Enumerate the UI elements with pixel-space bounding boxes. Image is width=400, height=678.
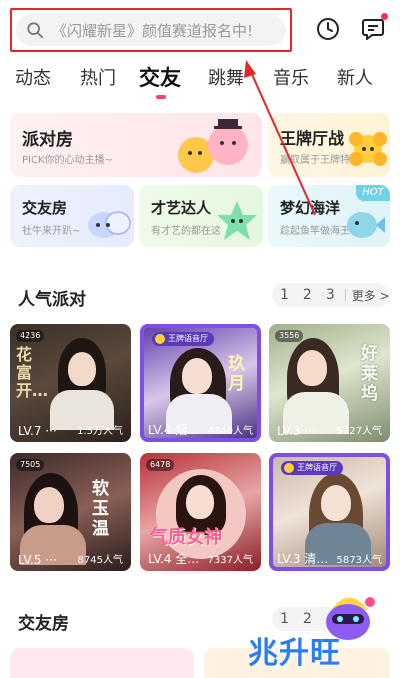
room-id-badge: 7505 — [16, 459, 45, 471]
room-level: LV.5 ··· — [18, 553, 57, 567]
tab-jiaoyou[interactable]: 交友 — [139, 62, 181, 92]
card-subtitle: 社牛来开趴~ — [22, 226, 81, 237]
room-id-badge: 6478 — [146, 459, 175, 471]
room-popularity: 8745人气 — [77, 555, 123, 566]
card-ace-battle[interactable]: 王牌厅战 赢取属于王牌特权 — [268, 113, 390, 177]
room-card[interactable]: 4236 花富开… LV.7 ··· 1.5万人气 — [10, 324, 131, 442]
pager-divider — [344, 289, 346, 301]
card-subtitle: 有才艺的都在这 — [151, 226, 221, 237]
card-friends-room[interactable]: 交友房 社牛来开趴~ — [10, 185, 134, 247]
search-bar[interactable]: 《闪耀新星》颜值赛道报名中! — [16, 14, 286, 46]
room-cover-text: 好莱坞 — [361, 344, 378, 404]
fruit-mascot-icon — [178, 119, 248, 173]
tab-remen[interactable]: 热门 — [80, 64, 116, 90]
room-popularity: 5127人气 — [336, 426, 382, 437]
ace-room-tag: 王牌语音厅 — [281, 461, 343, 475]
room-cover-text: 气质女神 — [150, 527, 222, 548]
ace-room-tag: 王牌语音厅 — [152, 332, 214, 346]
room-popularity: 5873人气 — [336, 555, 382, 566]
card-title: 交友房 — [22, 199, 68, 217]
room-card[interactable]: 王牌语音厅 玖月 LV.4 烟… 4340人气 — [140, 324, 261, 442]
room-cover-text: 花富开… — [16, 345, 49, 400]
search-highlight-box: 《闪耀新星》颜值赛道报名中! — [10, 8, 292, 52]
room-level: LV.4 全… — [148, 552, 200, 566]
room-cover-text: 玖月 — [228, 354, 245, 394]
hot-badge: HOT — [356, 185, 390, 201]
page-2[interactable]: 2 — [303, 611, 312, 627]
room-level: LV.3 ··· — [277, 424, 316, 438]
room-level: LV.4 烟… — [148, 423, 200, 437]
room-level: LV.3 清… — [277, 552, 329, 566]
room-card[interactable]: 7505 软玉温 LV.5 ··· 8745人气 — [10, 453, 131, 571]
fish-mascot-icon — [347, 212, 385, 238]
tab-tiaowu[interactable]: 跳舞 — [208, 64, 244, 90]
tab-xinren[interactable]: 新人 — [337, 64, 373, 90]
history-clock-icon[interactable] — [316, 17, 340, 41]
flower-mascot-icon — [349, 132, 387, 166]
page-1[interactable]: 1 — [280, 611, 289, 627]
star-mascot-icon — [217, 201, 257, 240]
page-1[interactable]: 1 — [280, 287, 289, 303]
room-id-badge: 4236 — [16, 330, 45, 342]
app-screen: 《闪耀新星》颜值赛道报名中! 动态 热门 交友 跳舞 音乐 新人 派对房 PIC… — [0, 0, 400, 678]
card-title: 派对房 — [22, 130, 73, 150]
page-3[interactable]: 3 — [326, 287, 335, 303]
room-card[interactable]: 3556 好莱坞 LV.3 ··· 5127人气 — [269, 324, 390, 442]
pager-popular: 1 2 3 更多 > — [272, 283, 390, 307]
tab-yinyue[interactable]: 音乐 — [273, 64, 309, 90]
room-popularity: 4340人气 — [207, 426, 253, 437]
card-title: 才艺达人 — [151, 199, 212, 217]
card-title: 梦幻海洋 — [280, 199, 341, 217]
tab-dongtai[interactable]: 动态 — [15, 64, 51, 90]
room-id-badge: 3556 — [275, 330, 304, 342]
section-title-popular: 人气派对 — [18, 290, 86, 310]
room-level: LV.7 ··· — [18, 424, 57, 438]
room-card[interactable]: 王牌语音厅 LV.3 清… 5873人气 — [269, 453, 390, 571]
card-talent[interactable]: 才艺达人 有才艺的都在这 — [139, 185, 263, 247]
section-title-friends: 交友房 — [18, 614, 69, 634]
card-party-room[interactable]: 派对房 PICK你的心动主播~ — [10, 113, 262, 177]
search-icon — [27, 22, 44, 39]
room-cover-text: 软玉温 — [92, 479, 109, 539]
room-popularity: 1.5万人气 — [77, 426, 123, 437]
card-title: 王牌厅战 — [280, 129, 345, 148]
search-placeholder: 《闪耀新星》颜值赛道报名中! — [52, 21, 254, 40]
more-link[interactable]: 更多 > — [352, 287, 390, 304]
friends-room-card[interactable] — [10, 648, 194, 678]
room-card[interactable]: 6478 气质女神 LV.4 全… 7337人气 — [140, 453, 261, 571]
card-subtitle: 趁起鱼竿做海王 — [280, 226, 350, 237]
watermark-logo: 兆升旺 — [248, 636, 341, 671]
room-popularity: 7337人气 — [207, 555, 253, 566]
active-tab-indicator — [156, 95, 166, 99]
chat-bubble-mascot-icon — [88, 211, 131, 238]
unread-dot — [381, 13, 388, 20]
card-ocean[interactable]: 梦幻海洋 趁起鱼竿做海王 HOT — [268, 185, 390, 247]
card-subtitle: PICK你的心动主播~ — [22, 155, 113, 166]
page-2[interactable]: 2 — [303, 287, 312, 303]
category-tabs: 动态 热门 交友 跳舞 音乐 新人 — [0, 64, 400, 100]
